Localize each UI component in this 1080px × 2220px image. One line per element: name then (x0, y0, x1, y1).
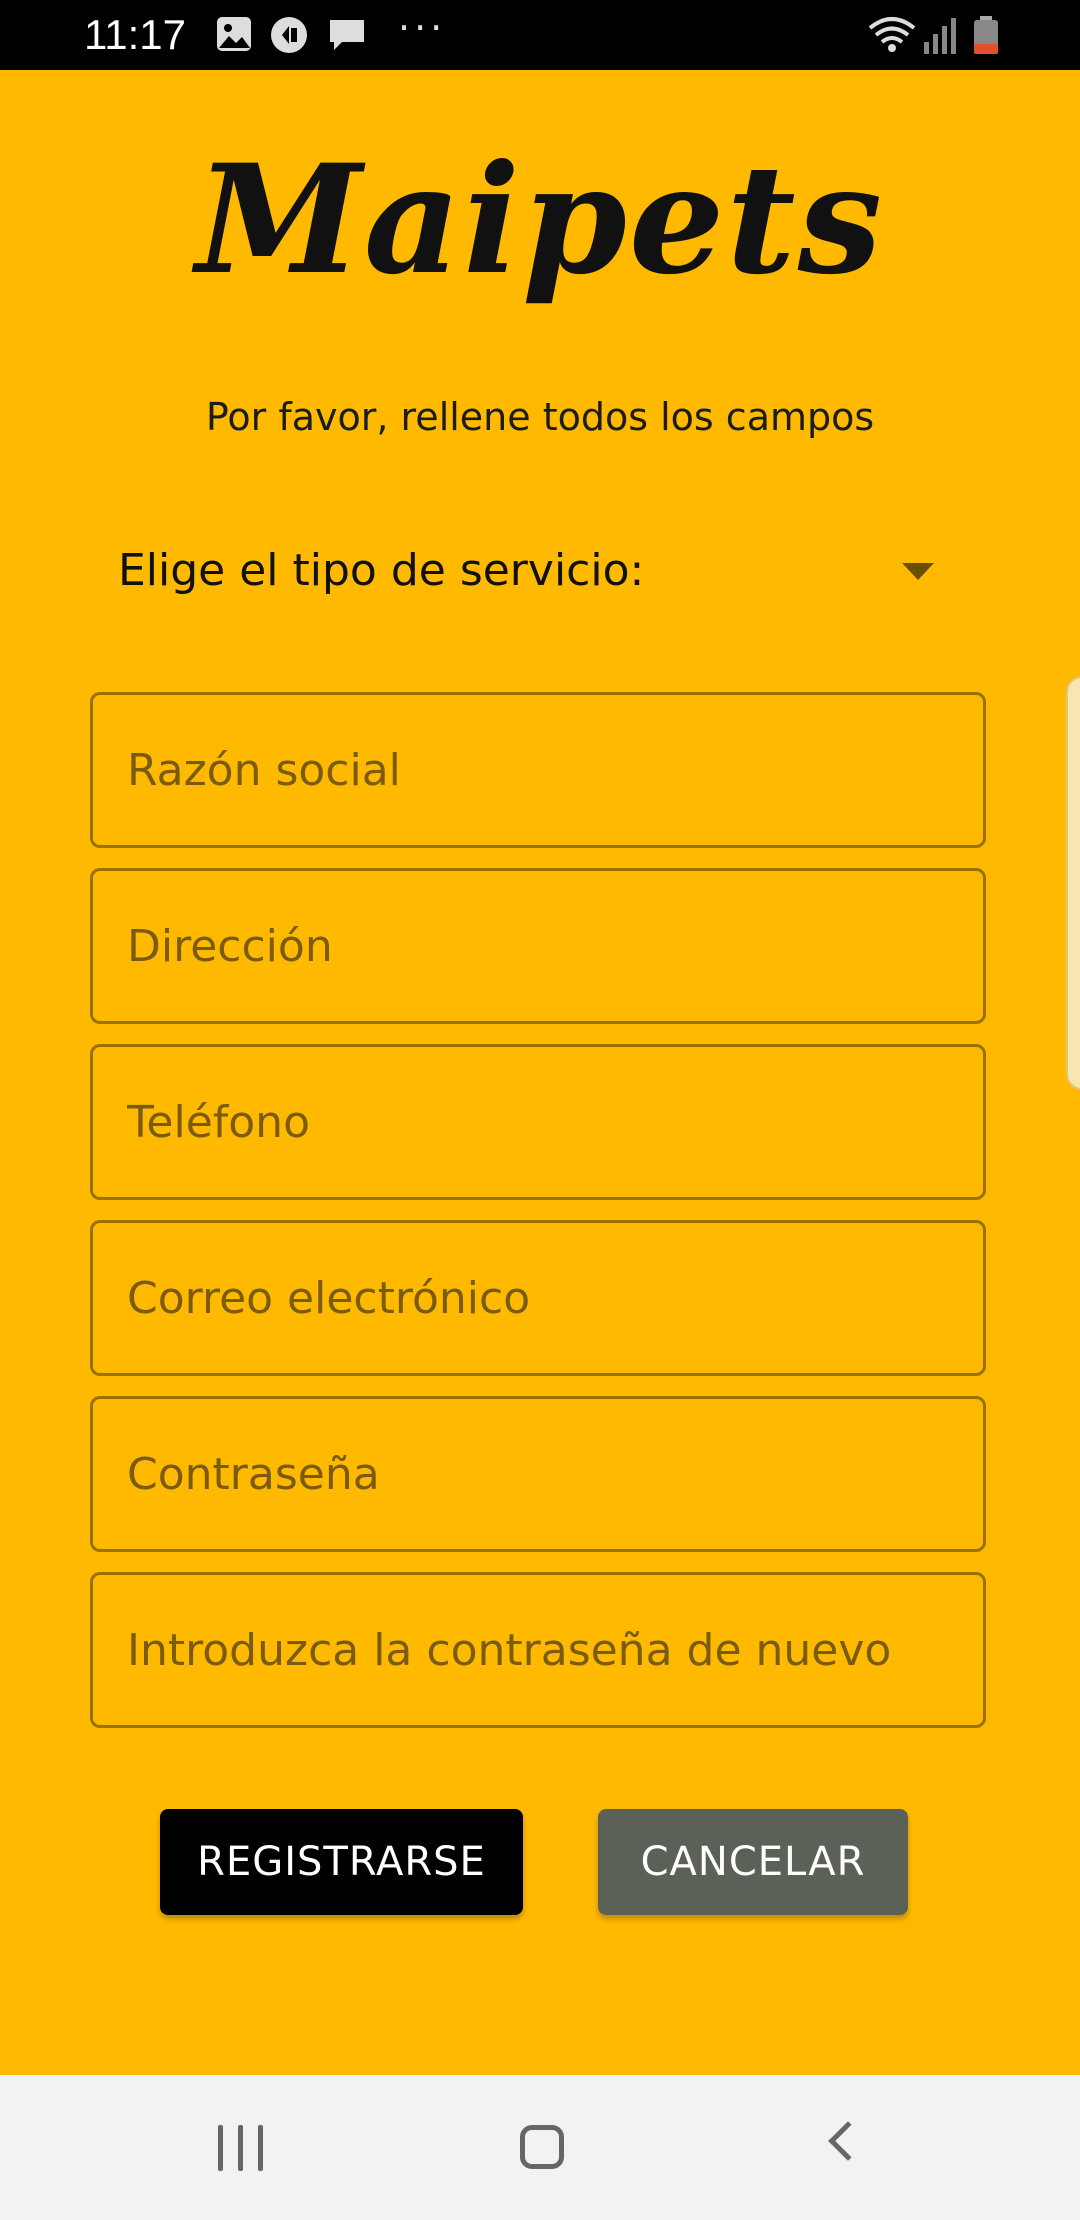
signal-icon (924, 18, 956, 54)
dropdown-arrow-icon[interactable] (902, 563, 934, 580)
phone-input[interactable] (93, 1047, 983, 1197)
battery-icon (974, 16, 998, 54)
image-icon (217, 17, 251, 51)
vpn-icon (271, 17, 307, 53)
status-more-dots: ··· (398, 6, 447, 50)
phone-field[interactable] (90, 1044, 986, 1200)
email-input[interactable] (93, 1223, 983, 1373)
service-type-label: Elige el tipo de servicio: (118, 545, 645, 596)
back-icon[interactable] (828, 2121, 868, 2161)
wifi-icon (868, 17, 916, 52)
password-field[interactable] (90, 1396, 986, 1552)
cancel-button[interactable]: CANCELAR (598, 1809, 908, 1915)
business-name-field[interactable] (90, 692, 986, 848)
app-logo: Maipets (195, 132, 885, 308)
status-time: 11:17 (84, 11, 186, 58)
recent-apps-icon[interactable] (218, 2125, 264, 2171)
register-button[interactable]: REGISTRARSE (160, 1809, 523, 1915)
password-repeat-input[interactable] (93, 1575, 983, 1725)
form-instructions: Por favor, rellene todos los campos (205, 395, 875, 439)
address-field[interactable] (90, 868, 986, 1024)
side-panel-handle[interactable] (1066, 676, 1080, 1090)
status-bar: 11:17 ··· (0, 0, 1080, 70)
home-icon[interactable] (520, 2125, 564, 2169)
password-repeat-field[interactable] (90, 1572, 986, 1728)
business-name-input[interactable] (93, 695, 983, 845)
navigation-bar (0, 2075, 1080, 2220)
service-type-dropdown[interactable]: Elige el tipo de servicio: (96, 535, 976, 609)
message-icon (330, 20, 364, 50)
email-field[interactable] (90, 1220, 986, 1376)
password-input[interactable] (93, 1399, 983, 1549)
address-input[interactable] (93, 871, 983, 1021)
